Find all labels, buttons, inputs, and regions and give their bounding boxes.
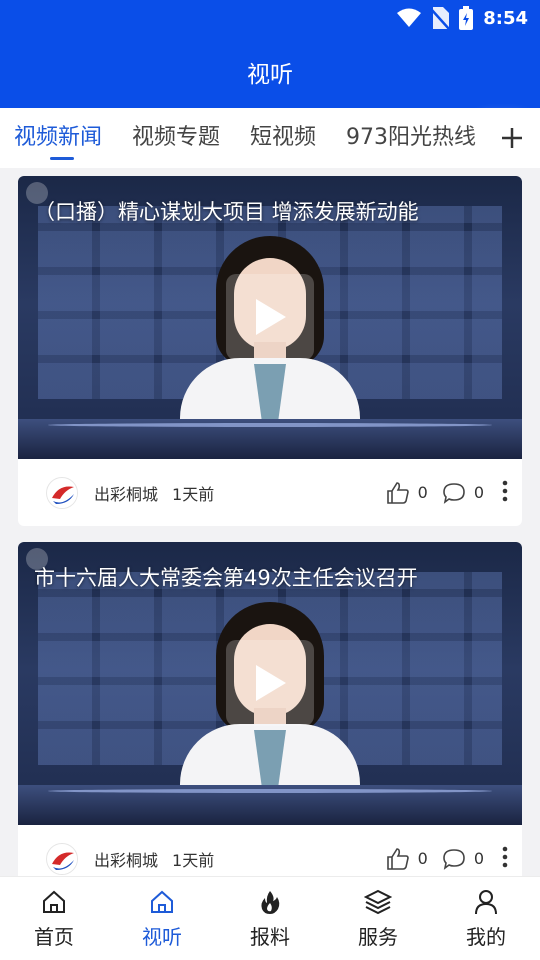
video-card[interactable]: （口播）精心谋划大项目 增添发展新动能 出彩桐城 1天前 0 0 xyxy=(18,176,522,526)
thumbs-up-icon xyxy=(386,847,409,870)
more-options-button[interactable] xyxy=(502,480,508,506)
play-icon xyxy=(256,665,286,701)
like-button[interactable]: 0 xyxy=(386,847,428,871)
user-icon xyxy=(475,890,497,915)
source-avatar[interactable] xyxy=(46,842,78,875)
tabs-scroll[interactable]: 视频新闻 视频专题 短视频 973阳光热线 xyxy=(0,108,488,168)
video-thumbnail[interactable]: （口播）精心谋划大项目 增添发展新动能 xyxy=(18,176,522,459)
tab-video-news[interactable]: 视频新闻 xyxy=(14,108,102,168)
post-age: 1天前 xyxy=(172,484,215,504)
more-vertical-icon xyxy=(502,846,508,867)
battery-icon xyxy=(459,6,474,30)
play-button[interactable] xyxy=(226,640,314,726)
source-avatar[interactable] xyxy=(46,476,78,509)
app-header: 8:54 视听 xyxy=(0,0,540,108)
studio-desk xyxy=(18,785,522,825)
comment-count: 0 xyxy=(473,849,484,868)
video-meta: 出彩桐城 1天前 0 0 xyxy=(18,825,522,876)
play-button[interactable] xyxy=(226,274,314,360)
video-card[interactable]: 市十六届人大常委会第49次主任会议召开 出彩桐城 1天前 0 0 xyxy=(18,542,522,876)
tab-video-topics[interactable]: 视频专题 xyxy=(132,108,220,168)
nav-audiovisual-label: 视听 xyxy=(142,925,182,949)
comment-button[interactable]: 0 xyxy=(442,847,484,871)
plus-icon xyxy=(502,128,522,148)
like-count: 0 xyxy=(417,849,428,868)
nav-services[interactable]: 服务 xyxy=(324,877,432,960)
home-icon xyxy=(43,890,65,913)
comment-icon xyxy=(443,848,465,870)
like-count: 0 xyxy=(417,483,428,502)
category-tabs: 视频新闻 视频专题 短视频 973阳光热线 xyxy=(0,108,540,168)
wifi-icon xyxy=(397,8,422,27)
more-options-button[interactable] xyxy=(502,846,508,872)
video-thumbnail[interactable]: 市十六届人大常委会第49次主任会议召开 xyxy=(18,542,522,825)
nav-home[interactable]: 首页 xyxy=(0,877,108,960)
video-feed[interactable]: （口播）精心谋划大项目 增添发展新动能 出彩桐城 1天前 0 0 市十六届人大常… xyxy=(0,168,540,876)
page-title: 视听 xyxy=(247,62,293,88)
bottom-nav: 首页 视听 报料 服务 我的 xyxy=(0,876,540,960)
nav-mine[interactable]: 我的 xyxy=(432,877,540,960)
source-logo-icon xyxy=(48,844,77,874)
layers-icon xyxy=(364,889,392,915)
status-time: 8:54 xyxy=(483,7,528,29)
like-button[interactable]: 0 xyxy=(386,481,428,505)
status-bar: 8:54 xyxy=(397,6,528,30)
nav-tip-off-label: 报料 xyxy=(250,925,290,949)
fire-icon xyxy=(261,891,280,914)
video-meta: 出彩桐城 1天前 0 0 xyxy=(18,459,522,526)
no-sim-icon xyxy=(431,7,450,29)
source-name[interactable]: 出彩桐城 xyxy=(94,481,158,505)
nav-audiovisual[interactable]: 视听 xyxy=(108,877,216,960)
thumbs-up-icon xyxy=(386,481,409,504)
comment-count: 0 xyxy=(473,483,484,502)
post-age: 1天前 xyxy=(172,850,215,870)
tab-short-video[interactable]: 短视频 xyxy=(250,108,316,168)
tab-973-hotline[interactable]: 973阳光热线 xyxy=(346,108,476,168)
video-title: （口播）精心谋划大项目 增添发展新动能 xyxy=(34,200,419,224)
comment-icon xyxy=(443,482,465,504)
source-logo-icon xyxy=(48,478,77,508)
nav-mine-label: 我的 xyxy=(466,925,506,949)
play-icon xyxy=(256,299,286,335)
nav-home-label: 首页 xyxy=(34,925,74,949)
comment-button[interactable]: 0 xyxy=(442,481,484,505)
more-vertical-icon xyxy=(502,480,508,501)
studio-desk xyxy=(18,419,522,459)
source-name[interactable]: 出彩桐城 xyxy=(94,847,158,871)
video-title: 市十六届人大常委会第49次主任会议召开 xyxy=(34,566,418,590)
home-icon xyxy=(151,890,173,913)
add-tab-button[interactable] xyxy=(492,118,532,158)
nav-tip-off[interactable]: 报料 xyxy=(216,877,324,960)
nav-services-label: 服务 xyxy=(358,925,398,949)
